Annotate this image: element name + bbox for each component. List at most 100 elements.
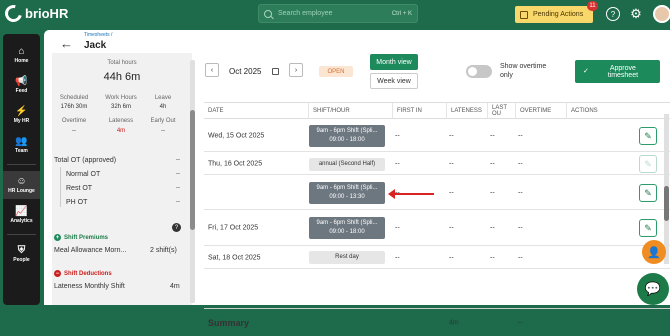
ph-ot-value: -- — [176, 199, 180, 205]
total-hours-label: Total hours — [107, 60, 137, 66]
sidebar-item-label: HR Lounge — [8, 187, 35, 194]
approve-timesheet-button[interactable]: ✓ Approve timesheet — [575, 60, 660, 83]
overtime-value: -- — [72, 128, 76, 134]
annotation-arrow-icon — [388, 189, 434, 199]
shift-chip[interactable]: 9am - 6pm Shift (Spli... 09:00 - 18:00 — [309, 217, 385, 239]
toggle-knob — [468, 67, 477, 76]
search-placeholder: Search employee — [278, 10, 333, 17]
edit-pencil-icon[interactable]: ✎ — [639, 219, 657, 237]
leave-label: Leave — [154, 95, 172, 101]
row-lateness: -- — [449, 224, 454, 232]
shift-name: 9am - 6pm Shift (Spli... — [316, 220, 378, 226]
summary-scrollbar[interactable] — [190, 60, 195, 303]
table-scrollbar[interactable] — [664, 114, 669, 264]
early-out-label: Early Out — [150, 118, 176, 124]
scheduled-value: 176h 30m — [60, 104, 88, 110]
row-first-in: -- — [395, 224, 400, 232]
minus-circle-icon: − — [54, 270, 61, 277]
deduction-name: Lateness Monthly Shift — [54, 283, 125, 290]
settings-gear-icon[interactable]: ⚙ — [629, 6, 643, 21]
analytics-icon: 📈 — [15, 205, 28, 217]
sidebar-item-label: Analytics — [10, 217, 33, 224]
people-icon: ⛨ — [17, 244, 26, 256]
sidebar-item-analytics[interactable]: 📈 Analytics — [3, 201, 40, 229]
info-question-icon[interactable]: ? — [172, 223, 181, 232]
rest-day-chip[interactable]: Rest day — [309, 251, 385, 264]
table-scrollbar-thumb[interactable] — [664, 186, 669, 221]
next-month-button[interactable]: › — [289, 63, 303, 77]
shift-deductions-label: Shift Deductions — [64, 270, 112, 277]
scheduled-label: Scheduled — [59, 95, 89, 101]
ph-ot-label: PH OT — [66, 199, 88, 206]
table-row: Wed, 15 Oct 2025 9am - 6pm Shift (Spli..… — [204, 120, 670, 152]
edit-pencil-icon[interactable]: ✎ — [639, 184, 657, 202]
shift-name: 9am - 6pm Shift (Spli... — [316, 128, 378, 134]
row-lateness: -- — [449, 254, 454, 261]
lateness-label: Lateness — [108, 118, 134, 124]
search-input[interactable]: Search employee Ctrl + K — [258, 4, 418, 23]
edit-pencil-icon[interactable]: ✎ — [639, 155, 657, 173]
shift-chip[interactable]: 9am - 6pm Shift (Spli... 09:00 - 18:00 — [309, 125, 385, 147]
help-icon[interactable]: ? — [606, 7, 620, 21]
work-hours-label: Work Hours — [105, 95, 137, 101]
summary-label: Summary — [208, 317, 250, 328]
ot-tree-line — [60, 167, 61, 207]
column-header-overtime: OVERTIME — [516, 103, 567, 119]
back-arrow-icon[interactable]: ← — [60, 37, 73, 50]
home-icon: ⌂ — [18, 45, 25, 57]
status-badge: OPEN — [319, 66, 353, 77]
column-header-lateness: LATENESS — [447, 103, 488, 119]
shift-name: 9am - 6pm Shift (Spli... — [316, 185, 378, 191]
profile-fab-icon[interactable]: 👤 — [642, 240, 666, 264]
table-row: Sat, 18 Oct 2025 Rest day -- -- -- -- — [204, 247, 670, 269]
row-lateness: -- — [449, 189, 454, 196]
checkmark-icon: ✓ — [583, 68, 589, 75]
sidebar-item-feed[interactable]: 📢 Feed — [3, 71, 40, 99]
week-view-button[interactable]: Week view — [370, 73, 418, 89]
sidebar-item-label: Feed — [15, 87, 28, 94]
table-row: 9am - 6pm Shift (Spli... 09:00 - 13:30 --… — [204, 176, 670, 210]
row-lateness: -- — [449, 160, 454, 167]
row-last-out: -- — [490, 189, 495, 196]
sidebar-item-people[interactable]: ⛨ People — [3, 240, 40, 268]
sidebar-item-hr-lounge[interactable]: ☺ HR Lounge — [3, 171, 40, 199]
prev-month-button[interactable]: ‹ — [205, 63, 219, 77]
row-date: Sat, 18 Oct 2025 — [208, 254, 261, 261]
hr-lounge-icon: ☺ — [16, 175, 27, 187]
shift-chip[interactable]: 9am - 6pm Shift (Spli... 09:00 - 13:30 — [309, 182, 385, 204]
shift-time: 09:00 - 18:00 — [329, 229, 365, 235]
rest-ot-label: Rest OT — [66, 185, 93, 192]
summary-scrollbar-thumb[interactable] — [190, 110, 195, 230]
sidebar-item-label: Team — [15, 147, 28, 154]
sidebar-item-label: Home — [14, 57, 29, 64]
shift-premiums-label: Shift Premiums — [64, 234, 109, 241]
normal-ot-value: -- — [176, 171, 180, 177]
summary-overtime: -- — [518, 319, 523, 326]
chat-bubble-icon[interactable]: 💬 — [637, 273, 669, 305]
team-icon: 👥 — [15, 135, 28, 147]
sidebar-item-team[interactable]: 👥 Team — [3, 131, 40, 159]
plus-circle-icon: + — [54, 234, 61, 241]
calendar-icon[interactable] — [272, 68, 279, 75]
total-hours-value: 44h 6m — [103, 71, 141, 83]
show-overtime-toggle[interactable] — [466, 65, 492, 78]
leave-chip[interactable]: annual (Second Half) — [309, 158, 385, 171]
row-overtime: -- — [518, 254, 523, 261]
user-avatar[interactable] — [653, 5, 670, 23]
brand-logo[interactable]: brioHR — [1, 1, 68, 26]
row-lateness: -- — [449, 132, 454, 139]
edit-pencil-icon[interactable]: ✎ — [639, 127, 657, 145]
pending-actions-button[interactable]: Pending Actions 11 — [515, 1, 598, 23]
breadcrumb[interactable]: Timesheets / — [84, 32, 112, 38]
sidebar-nav: ⌂ Home 📢 Feed ⚡ My HR 👥 Team ☺ HR Lounge 📈 Ana… — [3, 34, 40, 305]
month-view-button[interactable]: Month view — [370, 54, 418, 70]
pending-actions-label: Pending Actions — [533, 11, 584, 18]
sidebar-item-label: My HR — [13, 117, 30, 124]
summary-panel: Total hours 44h 6m Scheduled 176h 30m Wo… — [52, 53, 192, 305]
sidebar-item-home[interactable]: ⌂ Home — [3, 41, 40, 69]
sidebar-item-my-hr[interactable]: ⚡ My HR — [3, 101, 40, 129]
shift-name: annual (Second Half) — [318, 161, 376, 167]
rest-ot-value: -- — [176, 185, 180, 191]
work-hours-value: 32h 6m — [110, 104, 131, 110]
shift-time: 09:00 - 18:00 — [329, 137, 365, 143]
